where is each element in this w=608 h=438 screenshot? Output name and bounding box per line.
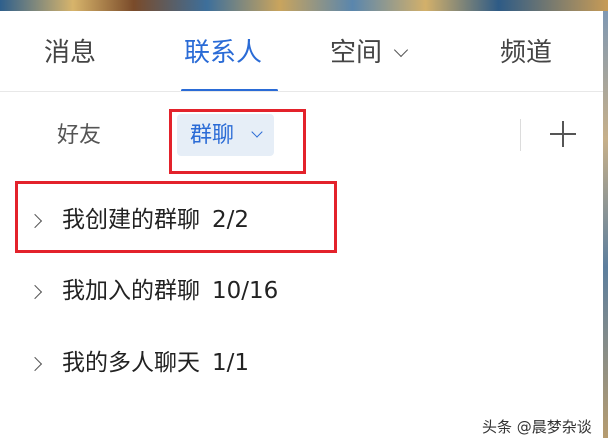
tab-contacts[interactable]: 联系人 <box>184 36 262 76</box>
highlight-box-created-groups <box>15 181 337 253</box>
group-category-joined[interactable]: 我加入的群聊 10/16 <box>27 274 530 314</box>
tab-channel[interactable]: 频道 <box>500 36 552 76</box>
group-category-count: 1/1 <box>212 350 250 376</box>
watermark: 头条 @晨梦杂谈 <box>482 418 592 436</box>
group-category-label: 我加入的群聊 10/16 <box>62 278 279 304</box>
divider <box>0 91 603 92</box>
subtab-friends[interactable]: 好友 <box>57 121 101 151</box>
chevron-down-icon <box>393 42 409 58</box>
add-plus-icon[interactable] <box>548 119 578 149</box>
skin-side-edge <box>603 11 608 438</box>
skin-banner <box>0 0 608 11</box>
chevron-right-icon <box>27 284 43 300</box>
tab-messages[interactable]: 消息 <box>44 36 96 76</box>
contacts-panel: 消息 联系人 空间 频道 好友 群聊 我创建的群聊 2/2 我加入的群聊 10/16… <box>0 11 603 438</box>
main-tab-bar: 消息 联系人 空间 频道 <box>0 11 603 92</box>
divider <box>520 119 521 151</box>
group-category-label: 我的多人聊天 1/1 <box>62 350 250 376</box>
group-category-count: 10/16 <box>212 278 279 304</box>
chevron-right-icon <box>27 356 43 372</box>
highlight-box-group-tab <box>169 109 306 174</box>
tab-space[interactable]: 空间 <box>330 36 409 76</box>
tab-space-label: 空间 <box>330 38 383 68</box>
group-category-multi-person[interactable]: 我的多人聊天 1/1 <box>27 346 530 386</box>
